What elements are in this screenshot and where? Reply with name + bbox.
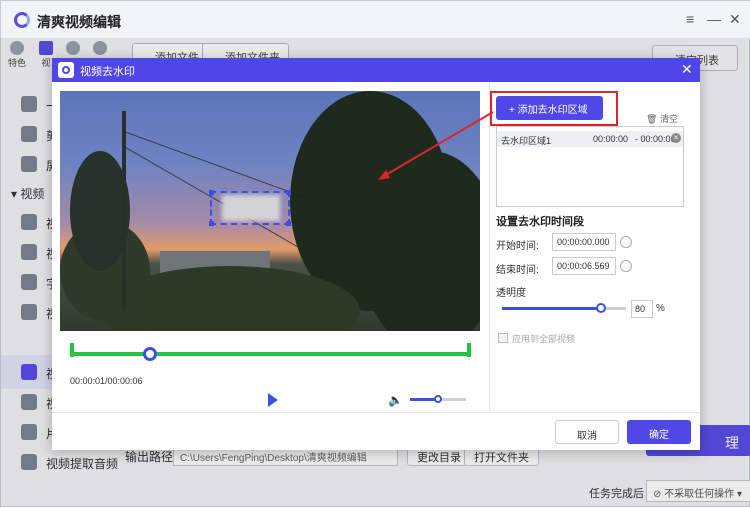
timeline[interactable] — [70, 343, 471, 361]
trim-end-handle[interactable] — [467, 343, 471, 357]
power-line — [123, 131, 312, 201]
volume-icon[interactable]: 🔈 — [388, 393, 403, 407]
volume-knob[interactable] — [434, 395, 442, 403]
apply-all-label: 应用到全部视频 — [512, 334, 576, 344]
app-title: 清爽视频编辑 — [37, 14, 121, 30]
app-logo-icon — [58, 62, 74, 78]
ok-button[interactable]: 确定 — [627, 420, 691, 444]
reset-start-icon[interactable] — [620, 236, 632, 248]
resize-handle[interactable] — [286, 190, 291, 195]
end-time-input[interactable]: 00:00:06.569 — [552, 257, 616, 275]
opacity-knob[interactable] — [596, 303, 607, 313]
volume-slider[interactable] — [410, 395, 466, 403]
resize-handle[interactable] — [286, 221, 291, 226]
playhead[interactable] — [143, 347, 158, 361]
close-icon[interactable]: ✕ — [729, 11, 741, 28]
apply-all-checkbox[interactable] — [498, 333, 508, 343]
video-preview[interactable] — [60, 91, 480, 331]
clear-regions-button[interactable]: 🗑 清空 — [646, 112, 678, 125]
play-icon[interactable] — [268, 393, 278, 407]
cancel-button[interactable]: 取消 — [555, 420, 619, 444]
start-time-input[interactable]: 00:00:00.000 — [552, 233, 616, 251]
start-time-label: 开始时间: — [496, 241, 539, 252]
clear-label: 清空 — [659, 114, 678, 124]
region-item[interactable]: 去水印区域1 00:00:00 - 00:00:06 × — [497, 131, 683, 147]
divider — [489, 83, 490, 412]
menu-icon[interactable]: ≡ — [686, 11, 694, 27]
resize-handle[interactable] — [209, 221, 214, 226]
tree-silhouette — [70, 151, 130, 271]
opacity-label: 透明度 — [496, 288, 526, 299]
region-list: 去水印区域1 00:00:00 - 00:00:06 × — [496, 126, 684, 207]
opacity-unit: % — [656, 303, 665, 314]
region-name: 去水印区域1 — [501, 136, 552, 146]
period-section-title: 设置去水印时间段 — [496, 216, 584, 228]
resize-handle[interactable] — [209, 190, 214, 195]
trim-start-handle[interactable] — [70, 343, 74, 357]
highlight-annotation — [490, 91, 618, 126]
app-logo-icon — [14, 12, 30, 28]
dialog-close-icon[interactable]: ✕ — [681, 61, 693, 78]
watermark-selection-box[interactable] — [209, 190, 291, 226]
opacity-fill — [502, 307, 602, 310]
utility-pole — [122, 111, 126, 311]
reset-end-icon[interactable] — [620, 260, 632, 272]
title-bar: 清爽视频编辑 ≡ — ✕ — [1, 1, 750, 39]
minimize-icon[interactable]: — — [707, 11, 721, 27]
dialog-title: 视频去水印 — [80, 66, 135, 78]
dialog-header: 视频去水印 ✕ — [52, 58, 700, 82]
watermark-dialog: 视频去水印 ✕ 00:00:01/00:00:06 🔈 + 添加去水印区域 🗑 … — [52, 58, 700, 450]
time-display: 00:00:01/00:00:06 — [70, 376, 143, 386]
end-time-label: 结束时间: — [496, 265, 539, 276]
remove-region-icon[interactable]: × — [671, 133, 681, 143]
region-end: - 00:00:06 — [635, 134, 676, 144]
region-start: 00:00:00 — [593, 134, 629, 144]
opacity-input[interactable]: 80 — [631, 300, 653, 318]
opacity-slider[interactable] — [502, 303, 626, 313]
timeline-track — [70, 352, 471, 356]
dialog-footer-divider — [52, 412, 700, 413]
